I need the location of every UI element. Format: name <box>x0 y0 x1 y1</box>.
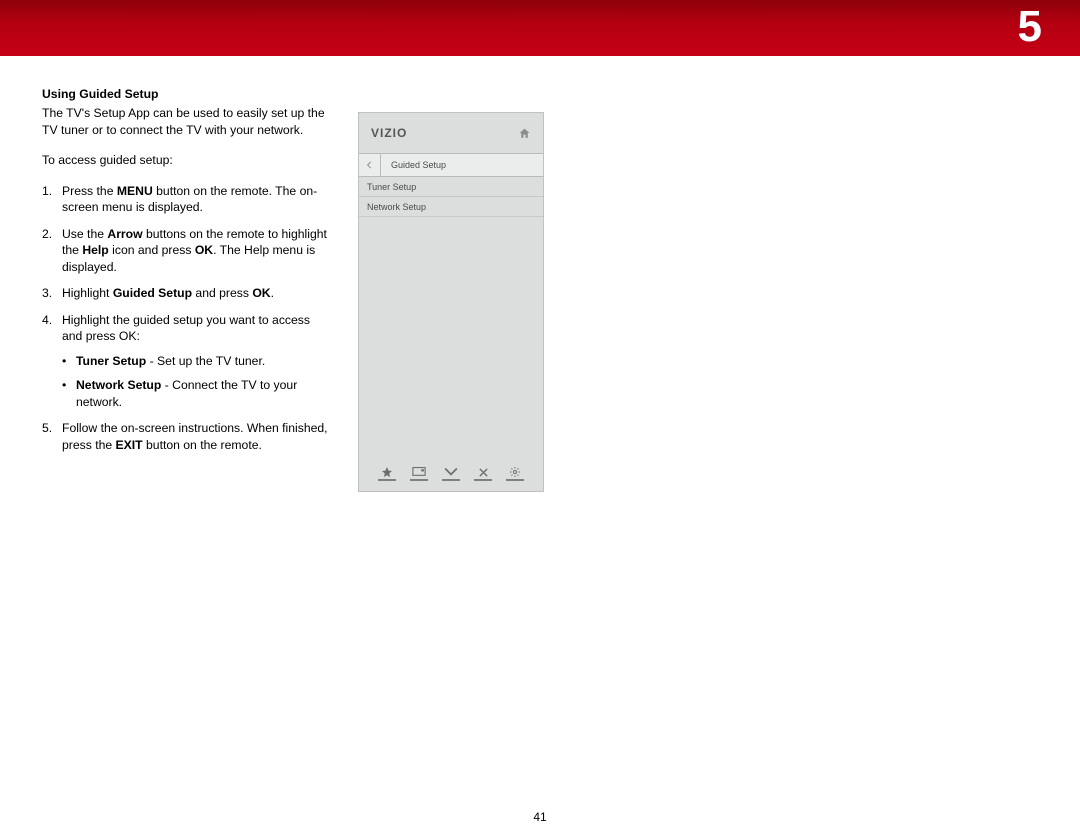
menu-item-network: Network Setup <box>359 197 543 217</box>
breadcrumb-row: Guided Setup <box>359 153 543 177</box>
step-2: Use the Arrow buttons on the remote to h… <box>42 226 332 275</box>
menu-item-tuner: Tuner Setup <box>359 177 543 197</box>
page-number: 41 <box>0 810 1080 824</box>
section-title: Using Guided Setup <box>42 86 332 102</box>
back-arrow-icon <box>359 154 381 176</box>
tv-menu-panel: VIZIO Guided Setup Tuner Setup Network S… <box>358 112 544 492</box>
breadcrumb-label: Guided Setup <box>381 160 446 170</box>
home-icon <box>518 127 531 140</box>
step-3: Highlight Guided Setup and press OK. <box>42 285 332 301</box>
sub-bullets: Tuner Setup - Set up the TV tuner. Netwo… <box>62 353 332 410</box>
bullet-tuner: Tuner Setup - Set up the TV tuner. <box>62 353 332 369</box>
header-bar: 5 <box>0 0 1080 56</box>
panel-header: VIZIO <box>359 113 543 153</box>
step-5: Follow the on-screen instructions. When … <box>42 420 332 453</box>
panel-footer-icons <box>359 465 543 481</box>
lead-text: To access guided setup: <box>42 152 332 168</box>
intro-text: The TV's Setup App can be used to easily… <box>42 105 332 138</box>
bullet-network: Network Setup - Connect the TV to your n… <box>62 377 332 410</box>
step-1: Press the MENU button on the remote. The… <box>42 183 332 216</box>
step-4: Highlight the guided setup you want to a… <box>42 312 332 410</box>
gear-icon <box>506 465 524 481</box>
text-column: Using Guided Setup The TV's Setup App ca… <box>42 86 332 492</box>
brand-label: VIZIO <box>371 126 407 140</box>
page-content: Using Guided Setup The TV's Setup App ca… <box>0 56 1080 492</box>
close-icon <box>474 465 492 481</box>
chapter-number: 5 <box>1018 2 1042 52</box>
steps-list: Press the MENU button on the remote. The… <box>42 183 332 453</box>
chevron-down-icon <box>442 465 460 481</box>
screen-icon <box>410 465 428 481</box>
star-icon <box>378 465 396 481</box>
